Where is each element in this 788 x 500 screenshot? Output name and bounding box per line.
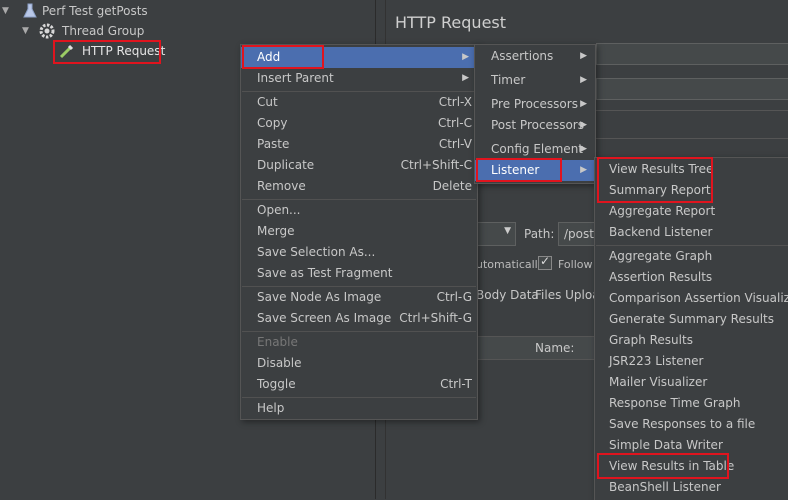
chevron-down-icon[interactable]: ▼: [2, 1, 12, 21]
menu-item-save-selection-as[interactable]: Save Selection As...: [241, 242, 477, 263]
flask-icon: [22, 3, 38, 19]
menu-item-jsr223-listener[interactable]: JSR223 Listener: [595, 351, 788, 372]
params-table-header: Name:: [476, 336, 596, 360]
path-label: Path:: [524, 227, 555, 241]
comments-field[interactable]: [596, 78, 788, 100]
divider: [596, 110, 788, 111]
menu-item-aggregate-graph[interactable]: Aggregate Graph: [595, 246, 788, 267]
menu-item-post-processors[interactable]: Post Processors ▶: [475, 115, 595, 136]
menu-item-graph-results[interactable]: Graph Results: [595, 330, 788, 351]
name-column-header: Name:: [535, 341, 575, 355]
menu-item-mailer-visualizer[interactable]: Mailer Visualizer: [595, 372, 788, 393]
menu-item-disable[interactable]: Disable: [241, 353, 477, 374]
chevron-right-icon: ▶: [580, 120, 587, 130]
menu-item-save-node-as-image[interactable]: Save Node As Image Ctrl-G: [241, 287, 477, 308]
menu-item-paste[interactable]: Paste Ctrl-V: [241, 134, 477, 155]
menu-item-save-responses-to-a-file[interactable]: Save Responses to a file: [595, 414, 788, 435]
divider: [596, 138, 788, 139]
tab-files-upload[interactable]: Files Uploa: [535, 288, 600, 302]
menu-item-pre-processors[interactable]: Pre Processors ▶: [475, 94, 595, 115]
menu-item-save-screen-as-image[interactable]: Save Screen As Image Ctrl+Shift-G: [241, 308, 477, 329]
menu-item-open[interactable]: Open...: [241, 200, 477, 221]
highlight-box: [53, 40, 161, 64]
menu-item-response-time-graph[interactable]: Response Time Graph: [595, 393, 788, 414]
name-field[interactable]: [596, 43, 788, 65]
chevron-right-icon: ▶: [580, 75, 587, 85]
menu-item-comparison-assertion-visualizer[interactable]: Comparison Assertion Visualizer: [595, 288, 788, 309]
listener-submenu: View Results Tree Summary Report Aggrega…: [594, 157, 788, 500]
menu-item-remove[interactable]: Remove Delete: [241, 176, 477, 197]
menu-item-assertion-results[interactable]: Assertion Results: [595, 267, 788, 288]
tree-item-label: Thread Group: [62, 24, 145, 38]
method-select[interactable]: ▼: [476, 222, 516, 246]
menu-item-generate-summary-results[interactable]: Generate Summary Results: [595, 309, 788, 330]
menu-item-beanshell-listener[interactable]: BeanShell Listener: [595, 477, 788, 498]
highlight-box: [597, 157, 713, 203]
follow-redirects-checkbox[interactable]: ✓: [538, 254, 552, 270]
chevron-right-icon: ▶: [580, 99, 587, 109]
tab-body-data[interactable]: Body Data: [476, 288, 539, 302]
menu-item-cut[interactable]: Cut Ctrl-X: [241, 92, 477, 113]
tree-item-label: Perf Test getPosts: [42, 4, 148, 18]
highlight-box: [476, 158, 562, 182]
menu-item-copy[interactable]: Copy Ctrl-C: [241, 113, 477, 134]
menu-item-toggle[interactable]: Toggle Ctrl-T: [241, 374, 477, 395]
menu-item-config-element[interactable]: Config Element ▶: [475, 139, 595, 160]
gear-icon: [39, 23, 55, 39]
context-menu: Add ▶ Insert Parent ▶ Cut Ctrl-X Copy Ctrl-C…: [240, 44, 478, 420]
page-title: HTTP Request: [395, 13, 507, 32]
highlight-box: [597, 453, 729, 479]
chevron-right-icon: ▶: [580, 144, 587, 154]
menu-item-timer[interactable]: Timer ▶: [475, 70, 595, 91]
menu-item-insert-parent[interactable]: Insert Parent ▶: [241, 68, 477, 89]
chevron-down-icon[interactable]: ▼: [22, 21, 32, 41]
chevron-down-icon: ▼: [504, 226, 511, 236]
menu-item-enable: Enable: [257, 335, 298, 349]
menu-item-save-as-test-fragment[interactable]: Save as Test Fragment: [241, 263, 477, 284]
menu-item-backend-listener[interactable]: Backend Listener: [595, 222, 788, 243]
chevron-right-icon: ▶: [580, 165, 587, 175]
chevron-right-icon: ▶: [462, 52, 469, 62]
chevron-right-icon: ▶: [580, 51, 587, 61]
chevron-right-icon: ▶: [462, 73, 469, 83]
automatically-label: utomatically: [476, 258, 545, 271]
menu-item-assertions[interactable]: Assertions ▶: [475, 46, 595, 67]
highlight-box: [242, 45, 324, 69]
menu-item-duplicate[interactable]: Duplicate Ctrl+Shift-C: [241, 155, 477, 176]
menu-item-help[interactable]: Help: [241, 398, 477, 419]
menu-item-aggregate-report[interactable]: Aggregate Report: [595, 201, 788, 222]
menu-item-merge[interactable]: Merge: [241, 221, 477, 242]
